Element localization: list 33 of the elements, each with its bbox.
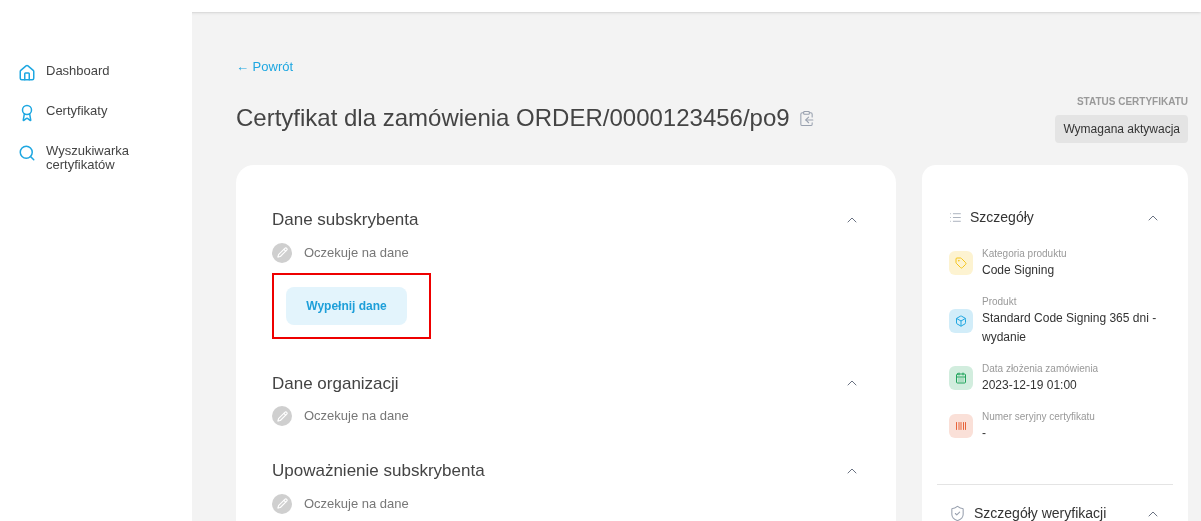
- item-value: Code Signing: [982, 262, 1056, 279]
- item-label: Data złożenia zamówienia: [982, 362, 1100, 376]
- calendar-icon: [955, 372, 967, 384]
- pencil-icon: [272, 406, 292, 426]
- section-title: Dane organizacji: [272, 372, 399, 395]
- status-badge: Wymagana aktywacja: [1055, 115, 1188, 143]
- item-value: 2023-12-19 01:00: [982, 377, 1078, 394]
- item-value: -: [982, 425, 987, 442]
- status-label: STATUS CERTYFIKATU: [1076, 95, 1188, 109]
- item-label: Produkt: [982, 295, 1018, 309]
- details-title: Szczegóły: [970, 208, 1034, 227]
- verification-title: Szczegóły weryfikacji: [974, 504, 1107, 521]
- section-title: Upoważnienie subskrybenta: [272, 460, 485, 482]
- barcode-icon: [955, 420, 967, 432]
- home-icon: [18, 64, 36, 82]
- list-icon: [949, 211, 962, 224]
- cube-icon: [955, 314, 967, 327]
- item-label: Numer seryjny certyfikatu: [982, 410, 1096, 424]
- section-title: Dane subskrybenta: [272, 209, 419, 231]
- item-value: Standard Code Signing 365 dni - wydanie: [982, 310, 1158, 346]
- sidebar-item[interactable]: Dashboard: [18, 64, 138, 82]
- section-status: Oczekuje na dane: [304, 407, 409, 426]
- sidebar-item[interactable]: Wyszukiwarka certyfikatów: [18, 144, 138, 172]
- section-status: Oczekuje na dane: [304, 494, 409, 513]
- sidebar-item[interactable]: Certyfikaty: [18, 104, 138, 122]
- tag-icon: [955, 257, 967, 269]
- section-status: Oczekuje na dane: [304, 243, 409, 262]
- shield-check-icon: [949, 505, 966, 521]
- page-title: Certyfikat dla zamówienia ORDER/0000123456/po9: [236, 103, 790, 133]
- search-icon: [18, 144, 36, 162]
- pencil-icon: [272, 242, 292, 263]
- pencil-icon: [272, 493, 292, 514]
- item-label: Kategoria produktu: [982, 247, 1068, 261]
